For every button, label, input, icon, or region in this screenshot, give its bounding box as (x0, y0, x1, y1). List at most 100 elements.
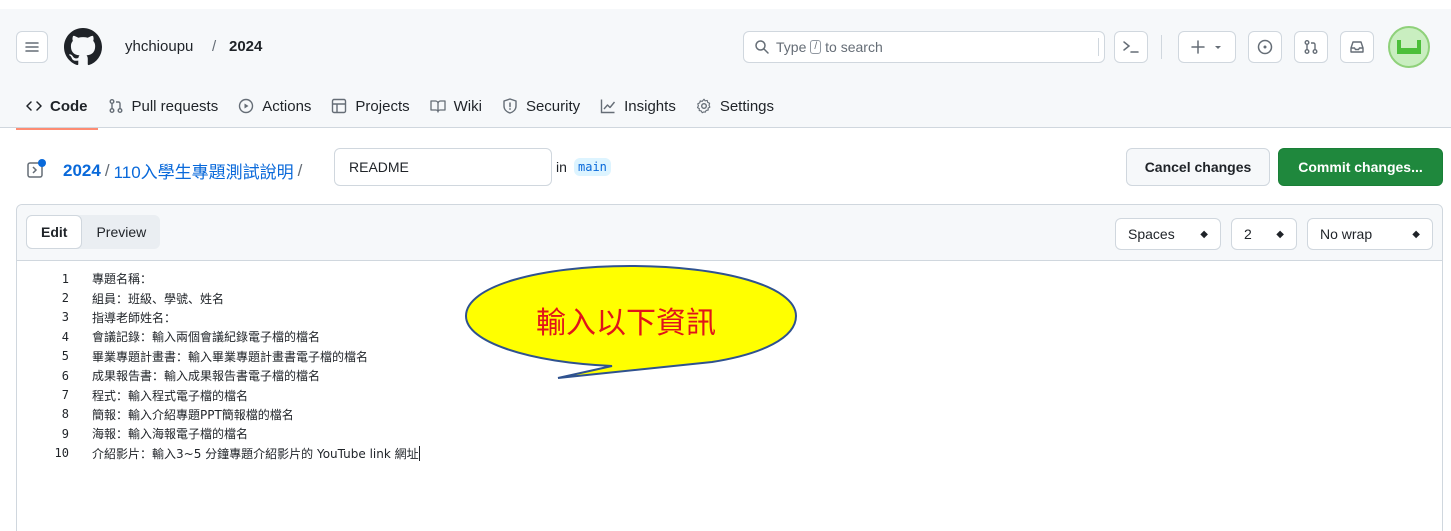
create-new-button[interactable] (1178, 31, 1236, 63)
tab-label: Settings (719, 97, 775, 115)
breadcrumb-separator: / (297, 160, 303, 180)
tab-settings[interactable]: Settings (686, 86, 784, 126)
tab-preview[interactable]: Preview (82, 215, 160, 249)
breadcrumb-repo-link[interactable]: 2024 (63, 161, 101, 181)
callout-text: 輸入以下資訊 (536, 306, 716, 341)
inbox-icon (1350, 41, 1364, 53)
line-text: 程式：輸入程式電子檔的檔名 (92, 388, 249, 403)
code-icon (26, 101, 42, 111)
breadcrumb: 2024 / 110入學生專題測試說明 / (63, 158, 306, 183)
wrap-mode-value: No wrap (1320, 226, 1373, 242)
repo-nav-tabs: Code Pull requests Actions Projects Wiki… (16, 84, 784, 130)
line-text: 指導老師姓名： (92, 310, 177, 325)
top-edge (0, 0, 1451, 9)
line-text: 組員：班級、學號、姓名 (92, 291, 225, 306)
code-line: 9 海報：輸入海報電子檔的檔名 (17, 424, 1442, 443)
table-icon (332, 98, 347, 114)
editor-mode-toggle: Edit Preview (26, 215, 161, 249)
command-palette-button[interactable] (1114, 31, 1148, 63)
commit-changes-button[interactable]: Commit changes... (1278, 148, 1443, 186)
caret-down-icon (1215, 46, 1221, 49)
line-number: 10 (54, 446, 69, 461)
indent-size-value: 2 (1244, 226, 1252, 242)
select-caret-icon: ◆ (1200, 228, 1208, 240)
line-number: 7 (61, 388, 69, 403)
repo-path-separator: / (212, 38, 217, 55)
search-divider (1098, 38, 1099, 56)
tab-code[interactable]: Code (16, 86, 98, 130)
avatar-shape-inner (1401, 40, 1417, 48)
tab-pull-requests[interactable]: Pull requests (98, 86, 229, 126)
line-text: 專題名稱： (92, 272, 153, 287)
editor-toolbar: Edit Preview Spaces ◆ 2 ◆ No wrap ◆ (17, 205, 1442, 261)
line-text: 畢業專題計畫書：輸入畢業專題計畫書電子檔的檔名 (92, 349, 369, 364)
repo-header: yhchioupu / 2024 Type / to search Code P… (0, 0, 1451, 130)
select-caret-icon: ◆ (1276, 228, 1284, 240)
code-line: 7 程式：輸入程式電子檔的檔名 (17, 385, 1442, 404)
line-number: 2 (61, 291, 69, 306)
repo-owner-link[interactable]: yhchioupu (125, 38, 193, 55)
wrap-mode-select[interactable]: No wrap ◆ (1307, 218, 1433, 250)
issue-icon (1257, 39, 1273, 55)
line-text: 簡報：輸入介紹專題PPT簡報檔的檔名 (92, 407, 294, 422)
line-number: 5 (61, 349, 69, 364)
tab-label: Pull requests (131, 97, 219, 115)
tab-edit[interactable]: Edit (26, 215, 83, 249)
line-text: 成果報告書：輸入成果報告書電子檔的檔名 (92, 369, 321, 384)
issues-button[interactable] (1248, 31, 1282, 63)
indent-size-select[interactable]: 2 ◆ (1231, 218, 1297, 250)
tab-security[interactable]: Security (492, 86, 590, 126)
select-caret-icon: ◆ (1412, 228, 1420, 240)
gear-icon (696, 98, 711, 114)
file-tree-toggle-icon[interactable] (26, 158, 48, 180)
line-text: 介紹影片：輸入3~5 分鐘專題介紹影片的 YouTube link 網址 (92, 446, 419, 461)
pull-requests-button[interactable] (1294, 31, 1328, 63)
code-line: 8 簡報：輸入介紹專題PPT簡報檔的檔名 (17, 405, 1442, 424)
tab-label: Security (525, 97, 581, 115)
tab-label: Insights (624, 97, 676, 115)
graph-icon (600, 99, 616, 114)
breadcrumb-separator: / (104, 160, 110, 180)
tab-label: Actions (262, 97, 312, 115)
line-number: 6 (61, 368, 69, 383)
github-logo-icon[interactable] (64, 28, 102, 66)
hamburger-icon (25, 42, 39, 52)
plus-icon (1191, 40, 1205, 54)
tab-label: Code (50, 97, 88, 115)
tab-wiki[interactable]: Wiki (420, 86, 492, 126)
inbox-button[interactable] (1340, 31, 1374, 63)
pull-request-icon (1304, 40, 1318, 54)
line-number: 8 (61, 407, 69, 422)
indent-mode-value: Spaces (1128, 226, 1175, 242)
line-number: 3 (61, 310, 69, 325)
pull-request-icon (109, 99, 122, 113)
tab-insights[interactable]: Insights (590, 86, 686, 126)
header-divider (1161, 35, 1162, 59)
avatar[interactable] (1388, 26, 1430, 68)
breadcrumb-dir-link[interactable]: 110入學生專題測試說明 (114, 158, 294, 183)
line-number: 4 (61, 329, 69, 344)
tab-projects[interactable]: Projects (321, 86, 419, 126)
cancel-changes-button[interactable]: Cancel changes (1126, 148, 1270, 186)
menu-button[interactable] (16, 31, 48, 63)
shield-icon (503, 98, 517, 114)
branch-badge: main (574, 158, 611, 176)
code-line: 10 介紹影片：輸入3~5 分鐘專題介紹影片的 YouTube link 網址 (17, 444, 1442, 463)
tab-label: Projects (355, 97, 410, 115)
tab-label: Wiki (453, 97, 482, 115)
tab-actions[interactable]: Actions (228, 86, 321, 126)
filename-input[interactable] (334, 148, 552, 186)
book-icon (429, 100, 446, 113)
line-text: 海報：輸入海報電子檔的檔名 (92, 427, 249, 442)
terminal-icon (1123, 41, 1139, 53)
line-number: 1 (61, 271, 69, 286)
branch-in-label: in (556, 159, 567, 175)
search-placeholder-prefix: Type (776, 39, 807, 55)
repo-name-link[interactable]: 2024 (229, 38, 262, 55)
indent-mode-select[interactable]: Spaces ◆ (1115, 218, 1221, 250)
search-input[interactable]: Type / to search (743, 31, 1105, 63)
search-placeholder-suffix: to search (825, 39, 883, 55)
text-cursor (418, 445, 420, 461)
search-icon (755, 40, 769, 54)
line-number: 9 (61, 426, 69, 441)
